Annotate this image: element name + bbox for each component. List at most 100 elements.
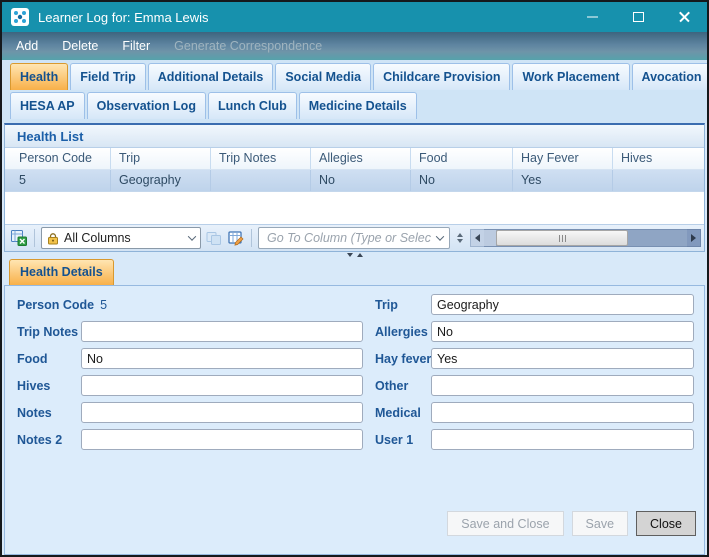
other-field[interactable]: [431, 375, 694, 396]
goto-column-combobox[interactable]: [258, 227, 450, 249]
splitter-expand-icon: [356, 253, 363, 257]
export-to-excel-button[interactable]: [10, 229, 28, 247]
toolbar-splitter-handle[interactable]: [454, 233, 466, 243]
hives-field[interactable]: [81, 375, 363, 396]
allergies-field[interactable]: [431, 321, 694, 342]
maximize-button[interactable]: [615, 2, 661, 32]
thumb-grip: [564, 234, 566, 242]
user1-label: User 1: [375, 432, 414, 447]
chevron-down-icon: [187, 232, 197, 241]
column-selector-value: All Columns: [64, 231, 131, 245]
user1-field[interactable]: [431, 429, 694, 450]
allergies-label: Allergies: [375, 324, 428, 339]
cell-hay-fever[interactable]: Yes: [513, 170, 613, 191]
column-selector-dropdown[interactable]: All Columns: [41, 227, 201, 249]
person-code-row: Person Code 5: [17, 294, 363, 315]
close-button[interactable]: [661, 2, 707, 32]
notes2-label: Notes 2: [17, 432, 63, 447]
scrollbar-track-left[interactable]: [484, 230, 496, 246]
toolbar-separator: [251, 229, 252, 247]
window-controls: [569, 2, 707, 32]
menu-item-filter[interactable]: Filter: [110, 32, 162, 60]
grid-empty-area: [5, 192, 704, 224]
person-code-value: 5: [100, 297, 108, 312]
cell-food[interactable]: No: [411, 170, 513, 191]
medical-field[interactable]: [431, 402, 694, 423]
column-header-hay-fever[interactable]: Hay Fever: [513, 148, 613, 169]
minimize-button[interactable]: [569, 2, 615, 32]
scrollbar-track[interactable]: [484, 229, 687, 247]
hay-fever-field[interactable]: [431, 348, 694, 369]
food-field[interactable]: [81, 348, 363, 369]
health-details-form: Person Code 5 Trip Trip Notes Allergies …: [4, 285, 705, 555]
tab-additional-details[interactable]: Additional Details: [147, 63, 274, 90]
person-code-label: Person Code: [17, 297, 95, 312]
close-icon: [678, 11, 691, 24]
tab-childcare-provision[interactable]: Childcare Provision: [373, 63, 511, 90]
edit-columns-button[interactable]: [227, 229, 245, 247]
tab-work-placement[interactable]: Work Placement: [512, 63, 630, 90]
splitter-up-icon: [457, 233, 463, 237]
hives-label: Hives: [17, 378, 51, 393]
save-button: Save: [571, 511, 629, 536]
tab-field-trip[interactable]: Field Trip: [70, 63, 146, 90]
trip-field[interactable]: [431, 294, 694, 315]
learner-log-window: Learner Log for: Emma Lewis Add Delete F…: [0, 0, 709, 557]
notes2-field[interactable]: [81, 429, 363, 450]
health-list-title: Health List: [5, 125, 704, 148]
tab-strip: Health Field Trip Additional Details Soc…: [2, 60, 707, 123]
horizontal-scrollbar[interactable]: [470, 229, 701, 247]
hay-fever-label: Hay fever: [375, 351, 432, 366]
tab-medicine-details[interactable]: Medicine Details: [298, 92, 417, 119]
notes-field[interactable]: [81, 402, 363, 423]
title-bar: Learner Log for: Emma Lewis: [2, 2, 707, 32]
cell-trip[interactable]: Geography: [111, 170, 211, 191]
grid-toolbar: All Columns: [5, 224, 704, 251]
health-details-panel: Health Details Person Code 5 Trip Trip N…: [4, 258, 705, 555]
column-header-hives[interactable]: Hives: [613, 148, 704, 169]
menu-item-add[interactable]: Add: [2, 32, 50, 60]
thumb-grip: [558, 234, 560, 242]
minimize-icon: [586, 16, 598, 18]
app-icon: [11, 8, 29, 26]
column-header-person-code[interactable]: Person Code: [5, 148, 111, 169]
toolbar-separator: [34, 229, 35, 247]
splitter-down-icon: [457, 239, 463, 243]
tab-avocation[interactable]: Avocation: [631, 63, 707, 90]
arrow-right-icon: [691, 234, 696, 242]
cell-trip-notes[interactable]: [211, 170, 311, 191]
scroll-left-button[interactable]: [470, 229, 484, 247]
tab-social-media[interactable]: Social Media: [275, 63, 372, 90]
column-header-allegies[interactable]: Allegies: [311, 148, 411, 169]
table-row[interactable]: 5 Geography No No Yes: [5, 170, 704, 192]
tab-observation-log[interactable]: Observation Log: [86, 92, 206, 119]
tab-lunch-club[interactable]: Lunch Club: [207, 92, 297, 119]
close-dialog-button[interactable]: Close: [636, 511, 696, 536]
window-title: Learner Log for: Emma Lewis: [38, 9, 209, 25]
scrollbar-thumb[interactable]: [496, 230, 628, 246]
health-list-panel: Health List Person Code Trip Trip Notes …: [4, 123, 705, 252]
cell-person-code[interactable]: 5: [5, 170, 111, 191]
arrow-left-icon: [475, 234, 480, 242]
column-header-food[interactable]: Food: [411, 148, 513, 169]
tab-row-1: Health Field Trip Additional Details Soc…: [10, 62, 707, 90]
menu-item-delete[interactable]: Delete: [50, 32, 110, 60]
save-and-close-button: Save and Close: [447, 511, 564, 536]
other-label: Other: [375, 378, 409, 393]
notes-label: Notes: [17, 405, 52, 420]
tab-health[interactable]: Health: [10, 63, 69, 90]
lock-icon: [48, 232, 58, 244]
column-header-trip-notes[interactable]: Trip Notes: [211, 148, 311, 169]
column-header-trip[interactable]: Trip: [111, 148, 211, 169]
menu-item-generate-correspondence: Generate Correspondence: [174, 39, 323, 53]
medical-label: Medical: [375, 405, 421, 420]
tab-hesa-ap[interactable]: HESA AP: [10, 92, 85, 119]
tab-health-details[interactable]: Health Details: [9, 259, 114, 285]
scroll-right-button[interactable]: [687, 229, 701, 247]
trip-notes-field[interactable]: [81, 321, 363, 342]
grid-header-row: Person Code Trip Trip Notes Allegies Foo…: [5, 148, 704, 170]
goto-column-input[interactable]: [265, 230, 433, 246]
cell-hives[interactable]: [613, 170, 704, 191]
copy-columns-icon[interactable]: [205, 229, 223, 247]
cell-allegies[interactable]: No: [311, 170, 411, 191]
